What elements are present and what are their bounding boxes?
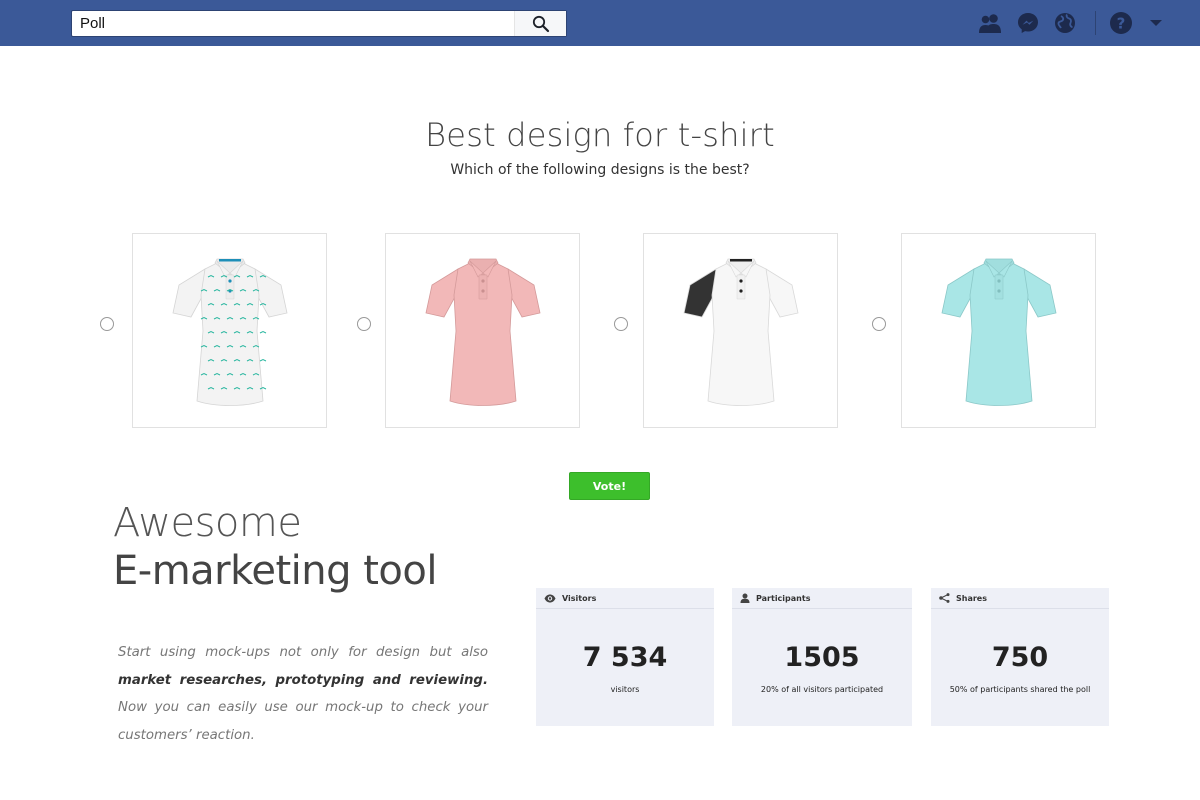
globe-notifications-icon[interactable] bbox=[1052, 10, 1078, 36]
stat-caption: 50% of participants shared the poll bbox=[949, 685, 1091, 694]
shirt-placket bbox=[478, 274, 487, 299]
shirt-button bbox=[480, 288, 485, 293]
poll-subtitle: Which of the following designs is the be… bbox=[450, 162, 750, 178]
left-sleeve bbox=[172, 267, 205, 317]
svg-text:?: ? bbox=[1117, 15, 1126, 33]
search-icon bbox=[532, 15, 549, 32]
stat-card-visitors: Visitors 7 534 visitors bbox=[536, 588, 714, 726]
shirt-button bbox=[738, 288, 743, 293]
eye-icon bbox=[544, 594, 556, 602]
vote-button[interactable]: Vote! bbox=[569, 472, 650, 500]
shirt-button bbox=[996, 278, 1001, 283]
left-sleeve bbox=[425, 267, 458, 317]
stat-label: Participants bbox=[756, 593, 811, 603]
left-sleeve bbox=[941, 267, 974, 317]
marketing-text-emphasis: market researches, prototyping and revie… bbox=[118, 672, 488, 688]
stat-label: Shares bbox=[956, 593, 987, 603]
left-sleeve bbox=[683, 267, 716, 317]
messenger-icon[interactable] bbox=[1015, 10, 1041, 36]
marketing-heading-line2: E-marketing tool bbox=[113, 548, 437, 594]
help-icon[interactable]: ? bbox=[1108, 10, 1134, 36]
option-1-radio[interactable] bbox=[100, 317, 114, 331]
right-sleeve bbox=[1023, 267, 1056, 317]
top-navigation-bar: ? bbox=[0, 0, 1200, 46]
stat-label: Visitors bbox=[562, 593, 597, 603]
collar-trim bbox=[218, 258, 241, 261]
stat-card-header: Shares bbox=[931, 588, 1109, 609]
stat-caption: 20% of all visitors participated bbox=[760, 685, 884, 694]
shirt-placket bbox=[736, 274, 745, 299]
poll-title: Best design for t-shirt bbox=[425, 116, 775, 154]
stat-caption: visitors bbox=[610, 685, 640, 694]
right-sleeve bbox=[254, 267, 287, 317]
marketing-text-part: Start using mock-ups not only for design… bbox=[118, 645, 488, 660]
shirt-button bbox=[227, 278, 232, 283]
option-1-card[interactable] bbox=[132, 233, 327, 428]
friend-requests-icon[interactable] bbox=[977, 10, 1003, 36]
stat-number: 7 534 bbox=[582, 642, 668, 673]
stat-number: 750 bbox=[991, 642, 1049, 673]
right-sleeve bbox=[507, 267, 540, 317]
stat-card-participants: Participants 1505 20% of all visitors pa… bbox=[732, 588, 912, 726]
shirt-button bbox=[738, 278, 743, 283]
stat-card-shares: Shares 750 50% of participants shared th… bbox=[931, 588, 1109, 726]
account-menu-chevron-down-icon[interactable] bbox=[1143, 10, 1169, 36]
nav-divider bbox=[1095, 11, 1096, 35]
search-button[interactable] bbox=[514, 11, 566, 36]
search-box bbox=[71, 10, 567, 37]
stat-card-header: Participants bbox=[732, 588, 912, 609]
share-icon bbox=[939, 593, 950, 603]
polo-shirt-image bbox=[683, 258, 798, 406]
option-3-radio[interactable] bbox=[614, 317, 628, 331]
polo-shirt-image bbox=[425, 258, 540, 406]
polo-shirt-image bbox=[941, 258, 1056, 406]
shirt-placket bbox=[225, 274, 234, 299]
option-4-radio[interactable] bbox=[872, 317, 886, 331]
polo-shirt-image bbox=[172, 258, 287, 406]
collar-trim bbox=[729, 258, 752, 261]
shirt-pattern-mark bbox=[259, 330, 266, 333]
option-3-card[interactable] bbox=[643, 233, 838, 428]
marketing-text-part: Now you can easily use our mock-up to ch… bbox=[118, 700, 488, 743]
marketing-paragraph: Start using mock-ups not only for design… bbox=[118, 639, 488, 749]
stat-card-header: Visitors bbox=[536, 588, 714, 609]
option-2-radio[interactable] bbox=[357, 317, 371, 331]
option-2-card[interactable] bbox=[385, 233, 580, 428]
stat-number: 1505 bbox=[784, 642, 860, 673]
marketing-heading-line1: Awesome bbox=[113, 500, 302, 546]
shirt-button bbox=[996, 288, 1001, 293]
right-sleeve bbox=[765, 267, 798, 317]
option-4-card[interactable] bbox=[901, 233, 1096, 428]
person-icon bbox=[740, 593, 750, 603]
shirt-pattern-mark bbox=[259, 358, 266, 361]
shirt-button bbox=[480, 278, 485, 283]
search-input[interactable] bbox=[72, 11, 516, 36]
shirt-placket bbox=[994, 274, 1003, 299]
